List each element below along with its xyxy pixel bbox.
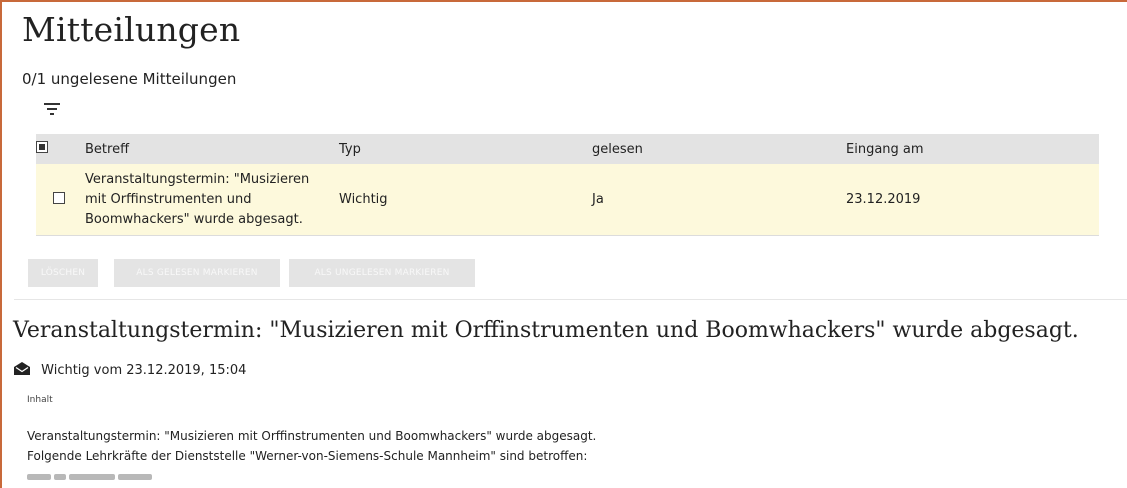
content-line: Veranstaltungstermin: "Musizieren mit Or… xyxy=(27,429,597,443)
row-gelesen: Ja xyxy=(592,164,846,236)
table-row[interactable]: Veranstaltungstermin: "Musizieren mit Or… xyxy=(36,164,1099,236)
mark-read-button[interactable]: ALS GELESEN MARKIEREN xyxy=(114,259,280,287)
header-betreff[interactable]: Betreff xyxy=(82,134,339,164)
delete-button[interactable]: LÖSCHEN xyxy=(28,259,98,287)
row-checkbox[interactable] xyxy=(53,191,65,204)
table-header-row: Betreff Typ gelesen Eingang am xyxy=(36,134,1099,164)
header-gelesen[interactable]: gelesen xyxy=(592,134,846,164)
header-typ[interactable]: Typ xyxy=(339,134,592,164)
message-meta: Wichtig vom 23.12.2019, 15:04 xyxy=(13,361,246,380)
mark-unread-button[interactable]: ALS UNGELESEN MARKIEREN xyxy=(289,259,475,287)
select-all-cell xyxy=(36,134,82,164)
row-select-cell xyxy=(36,164,82,236)
header-eingang[interactable]: Eingang am xyxy=(846,134,1099,164)
page-title: Mitteilungen xyxy=(22,10,241,49)
message-content: Veranstaltungstermin: "Musizieren mit Or… xyxy=(27,426,596,466)
left-border xyxy=(0,0,2,488)
message-title: Veranstaltungstermin: "Musizieren mit Or… xyxy=(13,318,1079,343)
section-divider xyxy=(14,299,1127,300)
row-betreff-cell[interactable]: Veranstaltungstermin: "Musizieren mit Or… xyxy=(82,164,339,236)
filter-icon[interactable] xyxy=(44,103,60,117)
row-subject: Veranstaltungstermin: "Musizieren mit Or… xyxy=(85,171,310,227)
row-eingang: 23.12.2019 xyxy=(846,164,1099,236)
envelope-open-icon xyxy=(13,361,31,380)
row-typ: Wichtig xyxy=(339,164,592,236)
content-label: Inhalt xyxy=(27,395,53,405)
unread-count: 0/1 ungelesene Mitteilungen xyxy=(22,70,237,88)
content-line: Folgende Lehrkräfte der Dienststelle "We… xyxy=(27,449,588,463)
redacted-names xyxy=(27,474,152,480)
select-all-checkbox[interactable] xyxy=(36,141,48,153)
messages-table: Betreff Typ gelesen Eingang am Veranstal… xyxy=(36,134,1099,236)
top-border xyxy=(0,0,1127,2)
message-meta-text: Wichtig vom 23.12.2019, 15:04 xyxy=(41,363,247,378)
